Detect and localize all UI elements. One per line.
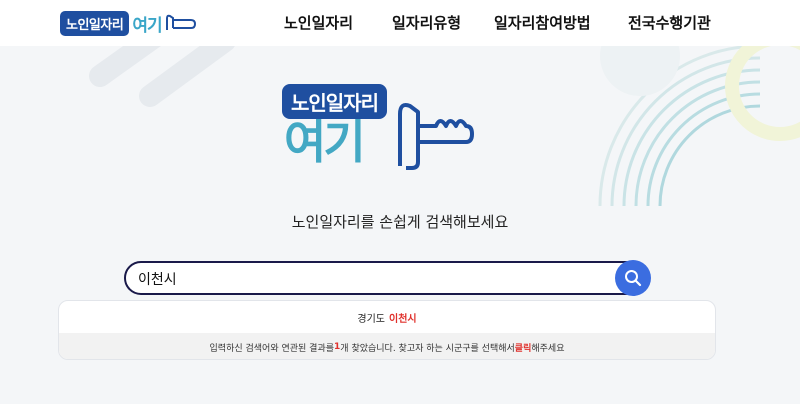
hero-subtitle: 노인일자리를 손쉽게 검색해보세요	[291, 213, 509, 231]
search-button[interactable]	[615, 260, 651, 296]
nav-item-agencies[interactable]: 전국수행기관	[628, 12, 711, 33]
results-message: 입력하신 검색어와 연관된 결과를 1 개 찾았습니다. 찾고자 하는 시군구를…	[59, 333, 715, 359]
results-highlight: 클릭	[514, 343, 532, 354]
nav-item-senior-jobs[interactable]: 노인일자리	[284, 12, 353, 33]
hero-logo: 노인일자리 여기	[282, 84, 502, 176]
results-panel: 경기도 이천시 입력하신 검색어와 연관된 결과를 1 개 찾았습니다. 찾고자…	[58, 300, 716, 360]
header-logo-badge: 노인일자리	[60, 10, 130, 36]
results-message-middle: 개 찾았습니다. 찾고자 하는 시군구를 선택해서	[340, 343, 515, 354]
search-box[interactable]	[124, 261, 650, 295]
search-icon	[625, 270, 642, 287]
search-input[interactable]	[138, 269, 608, 289]
top-header: 노인일자리 여기 노인일자리 일자리유형 일자리참여방법 전국수행기관	[0, 0, 800, 46]
pointing-finger-icon	[398, 103, 474, 170]
results-message-suffix: 해주세요	[531, 343, 565, 354]
nav-item-job-types[interactable]: 일자리유형	[392, 12, 461, 33]
result-item[interactable]: 경기도 이천시	[59, 301, 715, 333]
result-province: 경기도	[357, 313, 385, 325]
nav-item-participation[interactable]: 일자리참여방법	[494, 12, 591, 33]
hero-logo-text: 여기	[284, 115, 366, 169]
results-message-prefix: 입력하신 검색어와 연관된 결과를	[209, 343, 335, 354]
result-city: 이천시	[389, 313, 417, 325]
header-logo-text: 여기	[132, 15, 162, 36]
pointing-finger-icon	[165, 14, 196, 30]
header-logo[interactable]: 노인일자리 여기	[60, 7, 210, 39]
